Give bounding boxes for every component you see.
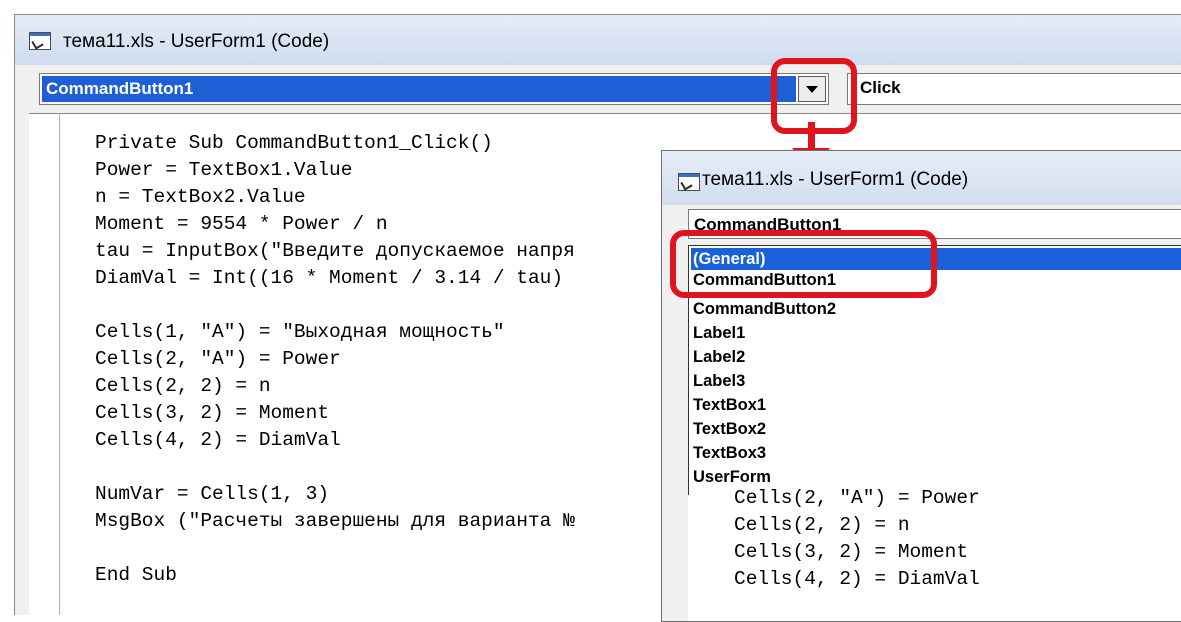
dropdown-item-label3[interactable]: Label3	[693, 372, 745, 391]
code-line[interactable]: Cells(2, "A") = Power	[95, 348, 341, 370]
dropdown-item-commandbutton2[interactable]: CommandButton2	[693, 300, 836, 319]
vba-code-window-icon	[29, 32, 51, 50]
title-bar: тема11.xls - UserForm1 (Code)	[15, 15, 1181, 65]
code-line[interactable]: n = TextBox2.Value	[95, 186, 306, 208]
code-line[interactable]: tau = InputBox("Введите допускаемое напр…	[95, 240, 575, 262]
code-line[interactable]: Cells(2, "A") = Power	[734, 487, 980, 509]
code-line[interactable]: Power = TextBox1.Value	[95, 159, 352, 181]
dropdown-item-label2[interactable]: Label2	[693, 348, 745, 367]
popup-window-title: тема11.xls - UserForm1 (Code)	[702, 169, 969, 190]
popup-code-editor[interactable]: Cells(2, "A") = Power Cells(2, 2) = n Ce…	[688, 487, 1181, 621]
code-line[interactable]: DiamVal = Int((16 * Moment / 3.14 / tau)	[95, 267, 563, 289]
code-line[interactable]: Cells(3, 2) = Moment	[95, 402, 329, 424]
dropdown-item-textbox3[interactable]: TextBox3	[693, 444, 766, 463]
code-line[interactable]: Cells(1, "A") = "Выходная мощность"	[95, 321, 505, 343]
dropdown-item-textbox1[interactable]: TextBox1	[693, 396, 766, 415]
code-line[interactable]: Cells(2, 2) = n	[734, 514, 910, 536]
code-line[interactable]: Cells(4, 2) = DiamVal	[734, 568, 980, 590]
code-line[interactable]: Moment = 9554 * Power / n	[95, 213, 388, 235]
popup-title-bar: тема11.xls - UserForm1 (Code)	[662, 151, 1181, 205]
code-line[interactable]: Cells(4, 2) = DiamVal	[95, 429, 341, 451]
code-line[interactable]: Private Sub CommandButton1_Click()	[95, 132, 493, 154]
procedure-combobox-value: Click	[860, 78, 901, 97]
dropdown-item-label1[interactable]: Label1	[693, 324, 745, 343]
code-margin	[29, 114, 60, 615]
code-window-popup: тема11.xls - UserForm1 (Code) CommandBut…	[661, 150, 1181, 622]
code-line[interactable]: End Sub	[95, 564, 177, 586]
object-combobox-value: CommandButton1	[42, 76, 796, 102]
code-line[interactable]: Cells(3, 2) = Moment	[734, 541, 968, 563]
code-line[interactable]: NumVar = Cells(1, 3)	[95, 483, 329, 505]
dropdown-item-userform[interactable]: UserForm	[693, 468, 771, 487]
procedure-combobox[interactable]: Click	[847, 73, 1181, 105]
highlight-general-item	[670, 230, 937, 298]
vba-code-window-icon	[678, 173, 700, 191]
dropdown-item-textbox2[interactable]: TextBox2	[693, 420, 766, 439]
window-title: тема11.xls - UserForm1 (Code)	[63, 31, 330, 52]
code-line[interactable]: Cells(2, 2) = n	[95, 375, 271, 397]
object-combobox[interactable]: CommandButton1	[39, 73, 829, 105]
code-line[interactable]: MsgBox ("Расчеты завершены для варианта …	[95, 510, 575, 532]
